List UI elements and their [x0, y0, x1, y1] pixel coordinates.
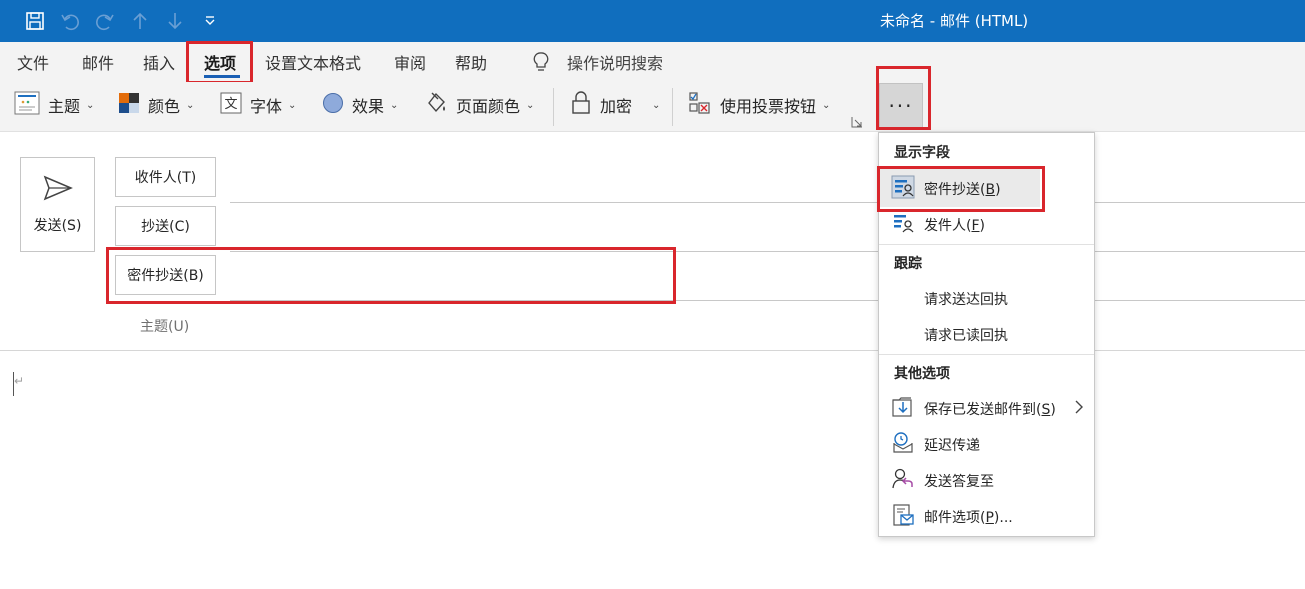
message-body[interactable]	[0, 352, 870, 589]
fonts-button[interactable]: 文 字体 ⌄	[220, 92, 296, 118]
from-field-icon	[891, 211, 915, 235]
undo-icon[interactable]	[59, 10, 81, 32]
menu-item-from-key: F	[971, 218, 980, 234]
chevron-down-icon: ⌄	[86, 99, 95, 111]
tell-me-search[interactable]: 操作说明搜索	[567, 50, 663, 74]
lightbulb-icon	[532, 51, 550, 77]
menu-item-message-options-end: )...	[993, 510, 1013, 526]
dialog-launcher-icon[interactable]	[851, 116, 863, 131]
encrypt-label: 加密	[600, 97, 633, 116]
send-label: 发送(S)	[33, 217, 82, 234]
direct-replies-icon	[891, 467, 915, 491]
paint-bucket-icon	[424, 91, 448, 119]
more-options-header: 其他选项	[894, 366, 950, 382]
window-title: 未命名 - 邮件 (HTML)	[880, 12, 1029, 30]
fonts-label: 字体	[250, 97, 283, 116]
chevron-down-icon: ⌄	[288, 99, 297, 111]
send-icon	[43, 175, 73, 205]
menu-separator	[879, 354, 1094, 355]
redo-icon[interactable]	[94, 10, 116, 32]
save-icon[interactable]	[24, 10, 46, 32]
colors-button[interactable]: 颜色 ⌄	[118, 92, 194, 118]
effects-icon	[322, 92, 344, 118]
to-field[interactable]	[230, 160, 870, 200]
subject-field[interactable]	[230, 308, 870, 346]
tab-review[interactable]: 审阅	[394, 50, 426, 74]
down-icon[interactable]	[164, 10, 186, 32]
delay-delivery-icon	[891, 431, 915, 455]
tab-format-text[interactable]: 设置文本格式	[265, 50, 361, 74]
encrypt-button[interactable]: 加密 ⌄	[570, 91, 661, 119]
menu-item-save-sent[interactable]: 保存已发送邮件到(S)	[924, 399, 1056, 419]
theme-icon	[14, 91, 40, 119]
menu-item-save-sent-text: 保存已发送邮件到(	[924, 402, 1042, 418]
highlight-options-tab	[186, 41, 253, 84]
menu-item-delivery-receipt[interactable]: 请求送达回执	[924, 289, 1008, 309]
tab-insert[interactable]: 插入	[143, 50, 175, 74]
ribbon-separator	[553, 88, 554, 126]
menu-item-from-text: 发件人(	[924, 218, 972, 234]
show-fields-header: 显示字段	[894, 145, 950, 161]
up-icon[interactable]	[129, 10, 151, 32]
to-button[interactable]: 收件人(T)	[115, 157, 216, 197]
save-sent-icon	[891, 395, 915, 419]
message-options-icon	[891, 503, 915, 527]
svg-text:文: 文	[224, 97, 237, 112]
to-field-line	[230, 202, 1305, 203]
ribbon-separator	[672, 88, 673, 126]
menu-separator	[879, 244, 1094, 245]
menu-item-direct-replies[interactable]: 发送答复至	[924, 471, 994, 491]
effects-button[interactable]: 效果 ⌄	[322, 92, 398, 118]
cc-field[interactable]	[230, 209, 870, 249]
cc-button[interactable]: 抄送(C)	[115, 206, 216, 246]
menu-item-save-sent-end: )	[1050, 402, 1056, 418]
chevron-down-icon: ⌄	[526, 99, 535, 111]
voting-buttons-button[interactable]: 使用投票按钮 ⌄	[688, 92, 830, 118]
theme-label: 主题	[48, 97, 81, 116]
title-bar	[0, 0, 1305, 42]
chevron-right-icon	[1074, 399, 1084, 419]
effects-label: 效果	[352, 97, 385, 116]
theme-button[interactable]: 主题 ⌄	[14, 91, 95, 119]
menu-item-read-receipt[interactable]: 请求已读回执	[924, 325, 1008, 345]
lock-icon	[570, 91, 592, 119]
chevron-down-icon: ⌄	[652, 99, 661, 111]
menu-item-message-options[interactable]: 邮件选项(P)...	[924, 507, 1013, 527]
menu-item-from-end: )	[979, 218, 985, 234]
colors-label: 颜色	[148, 97, 181, 116]
chevron-down-icon: ⌄	[822, 99, 831, 111]
page-color-label: 页面颜色	[456, 97, 521, 116]
send-button[interactable]: 发送(S)	[20, 157, 95, 252]
colors-icon	[118, 92, 140, 118]
voting-label: 使用投票按钮	[720, 97, 817, 116]
fonts-icon: 文	[220, 92, 242, 118]
body-separator	[0, 350, 1305, 351]
menu-item-delay-delivery[interactable]: 延迟传递	[924, 435, 980, 455]
voting-icon	[688, 91, 712, 119]
tracking-header: 跟踪	[894, 256, 922, 272]
tab-mail[interactable]: 邮件	[82, 50, 114, 74]
menu-item-message-options-key: P	[985, 510, 994, 526]
menu-item-message-options-text: 邮件选项(	[924, 510, 986, 526]
highlight-more-button	[876, 66, 931, 130]
highlight-bcc-field	[106, 247, 676, 304]
tab-file[interactable]: 文件	[17, 50, 49, 74]
page-color-button[interactable]: 页面颜色 ⌄	[424, 92, 534, 118]
highlight-bcc-menu-item	[877, 166, 1045, 212]
tab-help[interactable]: 帮助	[455, 50, 487, 74]
menu-item-from[interactable]: 发件人(F)	[924, 215, 985, 235]
chevron-down-icon: ⌄	[390, 99, 399, 111]
subject-label: 主题(U)	[140, 319, 190, 335]
chevron-down-icon: ⌄	[186, 99, 195, 111]
customize-qat-icon[interactable]	[199, 10, 221, 32]
